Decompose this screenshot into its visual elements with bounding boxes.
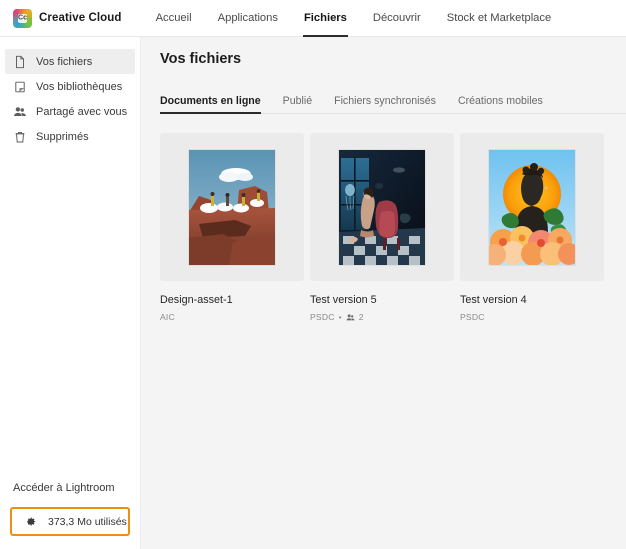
lightroom-link[interactable]: Accéder à Lightroom — [0, 482, 140, 494]
main-content: Vos fichiers Documents en ligne Publié F… — [141, 37, 626, 549]
shared-people-icon — [346, 313, 355, 322]
sidebar-item-partage-avec-vous[interactable]: Partagé avec vous — [5, 99, 135, 124]
file-thumbnail-container — [310, 133, 454, 281]
file-thumbnail-container — [160, 133, 304, 281]
topnav-item-applications[interactable]: Applications — [205, 0, 291, 36]
sidebar-item-label: Vos bibliothèques — [36, 80, 123, 93]
tab-creations-mobiles[interactable]: Créations mobiles — [458, 95, 543, 113]
file-card-name: Design-asset-1 — [160, 294, 233, 306]
sidebar-item-label: Partagé avec vous — [36, 105, 128, 118]
file-icon — [13, 55, 27, 69]
creative-cloud-window: Cc Creative Cloud Accueil Applications F… — [0, 0, 626, 549]
sidebar-items: Vos fichiers Vos bibliothèques Partagé a… — [0, 49, 140, 149]
sidebar-item-label: Supprimés — [36, 130, 89, 143]
topnav-item-stock-marketplace[interactable]: Stock et Marketplace — [434, 0, 564, 36]
file-type-label: AIC — [160, 312, 175, 322]
file-type-label: PSDC — [460, 312, 485, 322]
sidebar-item-vos-fichiers[interactable]: Vos fichiers — [5, 49, 135, 74]
file-card[interactable]: Design-asset-1 AIC — [160, 133, 304, 322]
top-navigation-bar: Cc Creative Cloud Accueil Applications F… — [0, 0, 626, 37]
page-body: Vos fichiers Vos bibliothèques Partagé a… — [0, 37, 626, 549]
sidebar-item-label: Vos fichiers — [36, 55, 93, 68]
content-tabs: Documents en ligne Publié Fichiers synch… — [160, 89, 626, 114]
brand-name: Creative Cloud — [39, 12, 122, 24]
people-icon — [13, 105, 27, 119]
sidebar: Vos fichiers Vos bibliothèques Partagé a… — [0, 37, 141, 549]
storage-usage-badge[interactable]: 373,3 Mo utilisés — [10, 507, 130, 536]
file-thumbnail-container — [460, 133, 604, 281]
file-card-grid: Design-asset-1 AIC Test version 5 PSDC •… — [160, 133, 626, 322]
creative-cloud-logo-icon: Cc — [13, 8, 32, 28]
sidebar-item-supprimes[interactable]: Supprimés — [5, 124, 135, 149]
topnav-item-accueil[interactable]: Accueil — [143, 0, 205, 36]
tab-documents-en-ligne[interactable]: Documents en ligne — [160, 95, 261, 114]
tab-fichiers-synchronises[interactable]: Fichiers synchronisés — [334, 95, 436, 113]
file-type-label: PSDC — [310, 312, 335, 322]
tab-publie[interactable]: Publié — [283, 95, 312, 113]
file-card-meta: AIC — [160, 312, 304, 322]
topnav-item-decouvrir[interactable]: Découvrir — [360, 0, 434, 36]
meta-separator-dot: • — [338, 312, 342, 322]
brand[interactable]: Cc Creative Cloud — [13, 8, 122, 28]
page-title: Vos fichiers — [160, 51, 242, 67]
file-card[interactable]: Test version 5 PSDC • 2 — [310, 133, 454, 322]
library-icon — [13, 80, 27, 94]
file-thumbnail-image — [489, 149, 575, 265]
shared-count-label: 2 — [358, 312, 364, 322]
file-card-name: Test version 5 — [310, 294, 377, 306]
file-card[interactable]: Test version 4 PSDC — [460, 133, 604, 322]
file-thumbnail-image — [189, 149, 275, 265]
topnav-item-fichiers[interactable]: Fichiers — [291, 0, 360, 37]
file-thumbnail-image — [339, 149, 425, 265]
sidebar-item-vos-bibliotheques[interactable]: Vos bibliothèques — [5, 74, 135, 99]
top-nav-items: Accueil Applications Fichiers Découvrir … — [143, 0, 565, 37]
storage-usage-label: 373,3 Mo utilisés — [48, 515, 127, 528]
file-card-meta: PSDC — [460, 312, 604, 322]
gear-icon — [23, 515, 37, 529]
file-card-name: Test version 4 — [460, 294, 527, 306]
trash-icon — [13, 130, 27, 144]
file-card-meta: PSDC • 2 — [310, 312, 454, 322]
